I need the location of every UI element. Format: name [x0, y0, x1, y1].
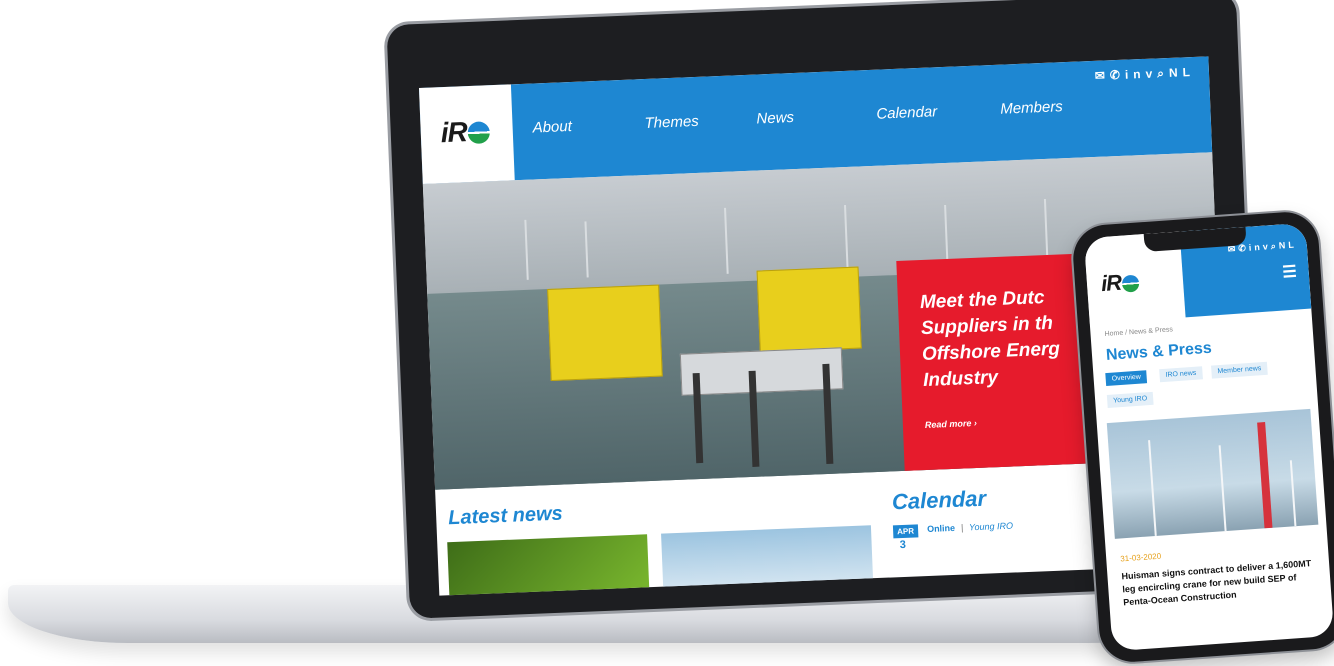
nav-themes[interactable]: Themes — [644, 113, 699, 132]
utility-bar: ✉✆inv⌕NL — [1095, 65, 1196, 84]
offshore-platform — [756, 266, 862, 353]
tab-iro-news[interactable]: IRO news — [1159, 366, 1203, 383]
news-thumbnail[interactable] — [447, 534, 650, 596]
nav-calendar[interactable]: Calendar — [876, 103, 938, 122]
device-mockup: iR About Themes News Calendar Members ✉✆… — [0, 0, 1334, 666]
offshore-platform — [547, 284, 663, 381]
vimeo-icon[interactable]: v — [1145, 66, 1157, 80]
calendar-month-badge: APR — [892, 524, 919, 539]
article-date: 31-03-2020 — [1119, 551, 1162, 564]
search-icon[interactable]: ⌕ — [1157, 66, 1169, 80]
mail-icon[interactable]: ✉ — [1095, 68, 1111, 83]
phone-screen: ✉✆inv⌕NL iR ☰ Home / News & Press News &… — [1083, 222, 1334, 652]
article-headline[interactable]: Huisman signs contract to deliver a 1,60… — [1121, 557, 1323, 610]
iro-logo[interactable]: iR — [1100, 269, 1140, 298]
calendar-heading: Calendar — [891, 485, 987, 515]
logo-text: iR — [440, 116, 468, 149]
logo-text: iR — [1100, 269, 1122, 297]
turbine-icon — [1289, 460, 1297, 527]
linkedin-icon[interactable]: in — [1248, 242, 1263, 253]
tab-overview[interactable]: Overview — [1105, 370, 1148, 387]
tab-young-iro[interactable]: Young IRO — [1106, 391, 1154, 408]
logo-mark-icon — [467, 121, 491, 145]
article-image[interactable] — [1106, 408, 1319, 539]
phone-icon[interactable]: ✆ — [1238, 243, 1249, 254]
calendar-separator: | — [960, 522, 964, 533]
hamburger-icon[interactable]: ☰ — [1282, 262, 1298, 283]
phone: ✉✆inv⌕NL iR ☰ Home / News & Press News &… — [1071, 209, 1334, 665]
nav-about[interactable]: About — [532, 118, 572, 137]
phone-icon[interactable]: ✆ — [1110, 68, 1126, 83]
turbine-icon — [1043, 198, 1049, 260]
tab-member-news[interactable]: Member news — [1211, 361, 1268, 379]
read-more-link[interactable]: Read more › — [925, 418, 977, 430]
breadcrumb[interactable]: Home / News & Press — [1104, 326, 1173, 338]
turbine-icon — [1148, 440, 1157, 537]
nav-news[interactable]: News — [756, 109, 794, 127]
turbine-icon — [584, 221, 589, 278]
language-switch[interactable]: NL — [1169, 65, 1196, 80]
calendar-event-type[interactable]: Online — [927, 523, 955, 534]
latest-news-heading: Latest news — [447, 502, 564, 530]
turbine-icon — [724, 207, 729, 274]
turbine-icon — [844, 204, 849, 268]
jackup-vessel — [679, 347, 844, 396]
calendar-day: 3 — [899, 538, 907, 552]
turbine-icon — [1218, 445, 1227, 532]
logo-container[interactable]: iR — [418, 84, 515, 184]
turbine-icon — [524, 219, 529, 280]
iro-logo[interactable]: iR — [440, 115, 491, 149]
turbine-icon — [944, 204, 949, 264]
calendar-event-category[interactable]: Young IRO — [969, 521, 1013, 533]
page-title: News & Press — [1105, 339, 1213, 364]
nav-members[interactable]: Members — [1000, 98, 1063, 117]
crane-icon — [1257, 422, 1273, 529]
news-thumbnail[interactable] — [661, 525, 874, 594]
logo-mark-icon — [1121, 274, 1140, 293]
language-switch[interactable]: NL — [1278, 239, 1297, 250]
linkedin-icon[interactable]: in — [1125, 67, 1146, 82]
